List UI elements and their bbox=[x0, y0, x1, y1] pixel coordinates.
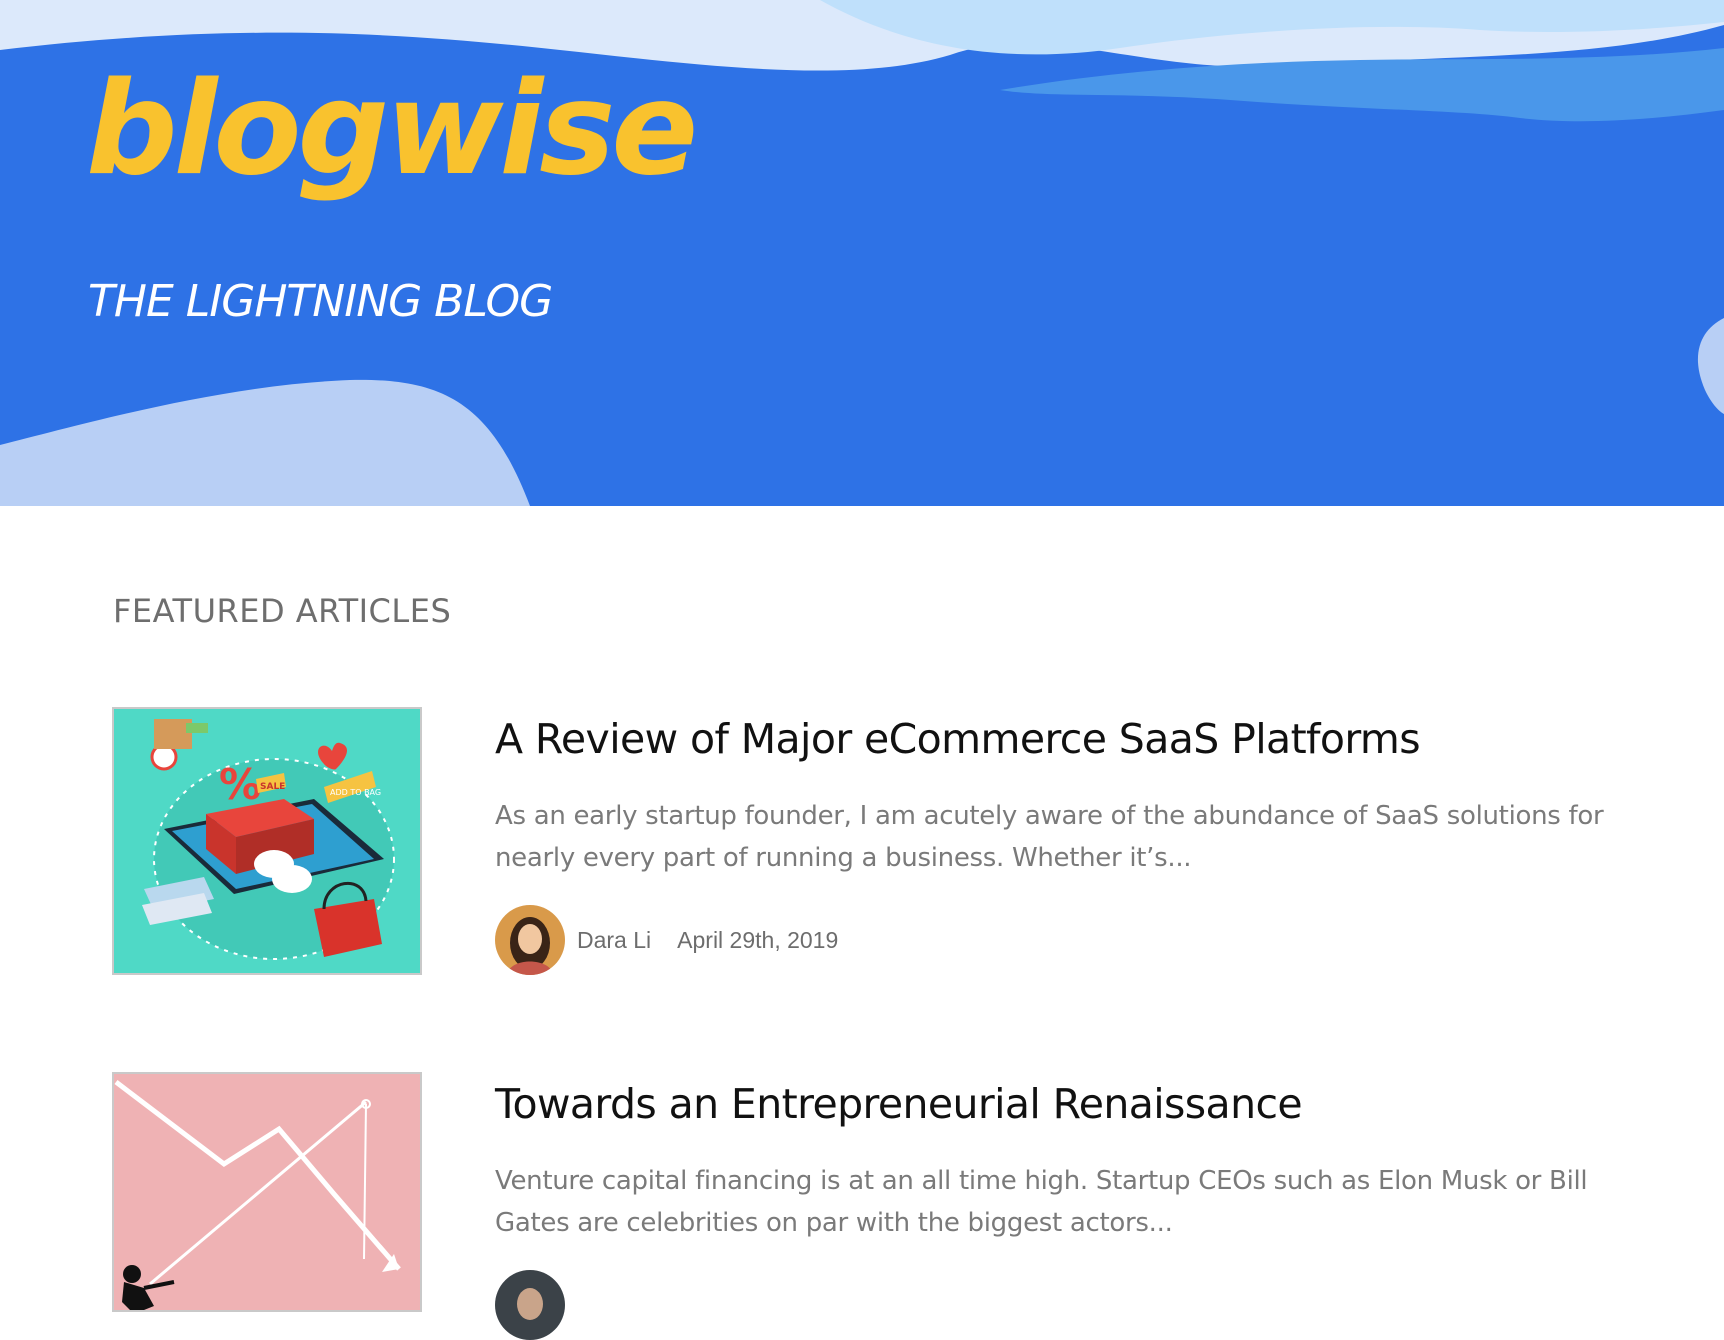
ecommerce-illustration: % SALE ADD TO BAG bbox=[142, 719, 395, 960]
tagline: THE LIGHTNING BLOG bbox=[88, 276, 553, 327]
article-meta: Dara Li April 29th, 2019 bbox=[495, 905, 838, 975]
section-title: FEATURED ARTICLES bbox=[113, 592, 452, 630]
article-card: Towards an Entrepreneurial Renaissance V… bbox=[112, 1072, 1612, 1340]
article-card: % SALE ADD TO BAG A Review of Major eCom… bbox=[112, 707, 1612, 977]
article-meta bbox=[495, 1270, 565, 1340]
publish-date: April 29th, 2019 bbox=[677, 926, 839, 953]
logo[interactable]: blogwise bbox=[86, 66, 698, 194]
article-title[interactable]: A Review of Major eCommerce SaaS Platfor… bbox=[495, 715, 1421, 763]
article-title[interactable]: Towards an Entrepreneurial Renaissance bbox=[495, 1080, 1303, 1128]
author-avatar[interactable] bbox=[495, 905, 565, 975]
svg-text:%: % bbox=[219, 760, 261, 809]
author-avatar[interactable] bbox=[495, 1270, 565, 1340]
article-thumbnail[interactable]: % SALE ADD TO BAG bbox=[112, 707, 422, 975]
article-excerpt: As an early startup founder, I am acutel… bbox=[495, 801, 1604, 873]
svg-text:ADD TO BAG: ADD TO BAG bbox=[330, 788, 381, 797]
header-banner: blogwise THE LIGHTNING BLOG bbox=[0, 0, 1724, 506]
article-excerpt: Venture capital financing is at an all t… bbox=[495, 1166, 1588, 1238]
declining-chart-illustration bbox=[114, 1080, 401, 1310]
article-thumbnail[interactable] bbox=[112, 1072, 422, 1312]
svg-text:SALE: SALE bbox=[260, 782, 285, 792]
author-name[interactable]: Dara Li bbox=[577, 927, 651, 954]
